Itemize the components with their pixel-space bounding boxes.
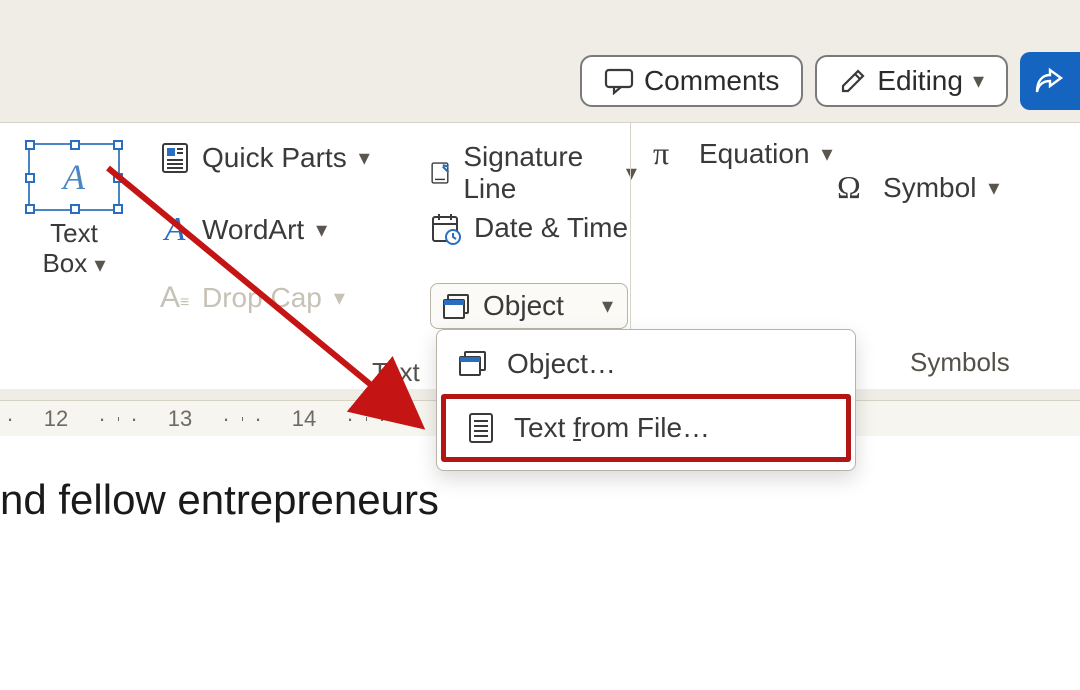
ruler-dot: · — [254, 406, 261, 432]
chevron-down-icon: ▾ — [988, 175, 999, 201]
share-button[interactable] — [1020, 52, 1080, 110]
group-label-text: Text — [372, 357, 420, 388]
wordart-icon: A — [160, 211, 190, 249]
chevron-down-icon: ▾ — [602, 293, 613, 319]
signature-line-icon — [430, 156, 451, 190]
quick-parts-icon — [160, 141, 190, 175]
comments-label: Comments — [644, 65, 779, 97]
group-label-symbols: Symbols — [910, 347, 1010, 378]
chevron-down-icon: ▾ — [359, 145, 370, 171]
signature-line-button[interactable]: Signature Line ▾ — [430, 141, 637, 205]
chevron-down-icon: ▾ — [316, 217, 327, 243]
title-bar-area — [0, 0, 1080, 44]
chevron-down-icon: ▾ — [94, 252, 105, 277]
menu-item-text-from-file-label: Text from File… — [514, 412, 710, 444]
wordart-label: WordArt — [202, 214, 304, 246]
text-box-icon: A — [28, 143, 120, 211]
top-right-actions: Comments Editing ▾ — [0, 44, 1080, 122]
chevron-down-icon: ▾ — [973, 68, 984, 94]
ruler-dot: · — [98, 406, 105, 432]
ribbon-insert-tab: A TextBox ▾ Quick Par — [0, 122, 1080, 389]
comments-button[interactable]: Comments — [580, 55, 803, 107]
document-page[interactable]: nd fellow entrepreneurs — [0, 436, 1080, 690]
chevron-down-icon: ▾ — [334, 285, 345, 311]
symbol-button[interactable]: Ω Symbol ▾ — [837, 169, 999, 206]
text-box-button[interactable]: A TextBox ▾ — [28, 143, 120, 279]
chevron-down-icon: ▾ — [822, 141, 833, 167]
object-dropdown-menu: Object… Text from File… — [436, 329, 856, 471]
symbol-label: Symbol — [883, 172, 976, 204]
object-label: Object — [483, 290, 564, 322]
ruler-dot: · — [378, 406, 385, 432]
signature-line-label: Signature Line — [463, 141, 592, 205]
equation-button[interactable]: π Equation ▾ — [653, 135, 833, 172]
editing-label: Editing — [877, 65, 963, 97]
quick-parts-label: Quick Parts — [202, 142, 347, 174]
object-icon — [441, 292, 471, 320]
share-icon — [1033, 66, 1067, 96]
ruler-mark: 14 — [292, 406, 316, 432]
wordart-button[interactable]: A WordArt ▾ — [160, 211, 327, 249]
menu-item-text-from-file[interactable]: Text from File… — [441, 394, 851, 462]
menu-item-object-label: Object… — [507, 348, 616, 380]
text-box-label: TextBox ▾ — [28, 219, 120, 279]
ruler-mark: 12 — [44, 406, 68, 432]
ruler-dot: · — [222, 406, 229, 432]
drop-cap-label: Drop Cap — [202, 282, 322, 314]
ruler-dot: · — [6, 406, 13, 432]
pencil-icon — [839, 67, 867, 95]
drop-cap-icon: A≡ — [160, 281, 190, 315]
ruler-dot: · — [346, 406, 353, 432]
comment-icon — [604, 67, 634, 95]
quick-parts-button[interactable]: Quick Parts ▾ — [160, 141, 370, 175]
date-time-icon — [430, 211, 462, 245]
drop-cap-button: A≡ Drop Cap ▾ — [160, 281, 345, 315]
document-body-text: nd fellow entrepreneurs — [0, 476, 439, 524]
ruler-dot: · — [130, 406, 137, 432]
date-time-button[interactable]: Date & Time — [430, 211, 628, 245]
ruler-mark: 13 — [168, 406, 192, 432]
symbol-icon: Ω — [837, 169, 871, 206]
equation-icon: π — [653, 135, 687, 172]
equation-label: Equation — [699, 138, 810, 170]
menu-item-object[interactable]: Object… — [437, 336, 855, 392]
editing-mode-button[interactable]: Editing ▾ — [815, 55, 1008, 107]
object-icon — [457, 349, 489, 379]
document-icon — [466, 411, 496, 445]
date-time-label: Date & Time — [474, 212, 628, 244]
object-button[interactable]: Object ▾ — [430, 283, 628, 329]
